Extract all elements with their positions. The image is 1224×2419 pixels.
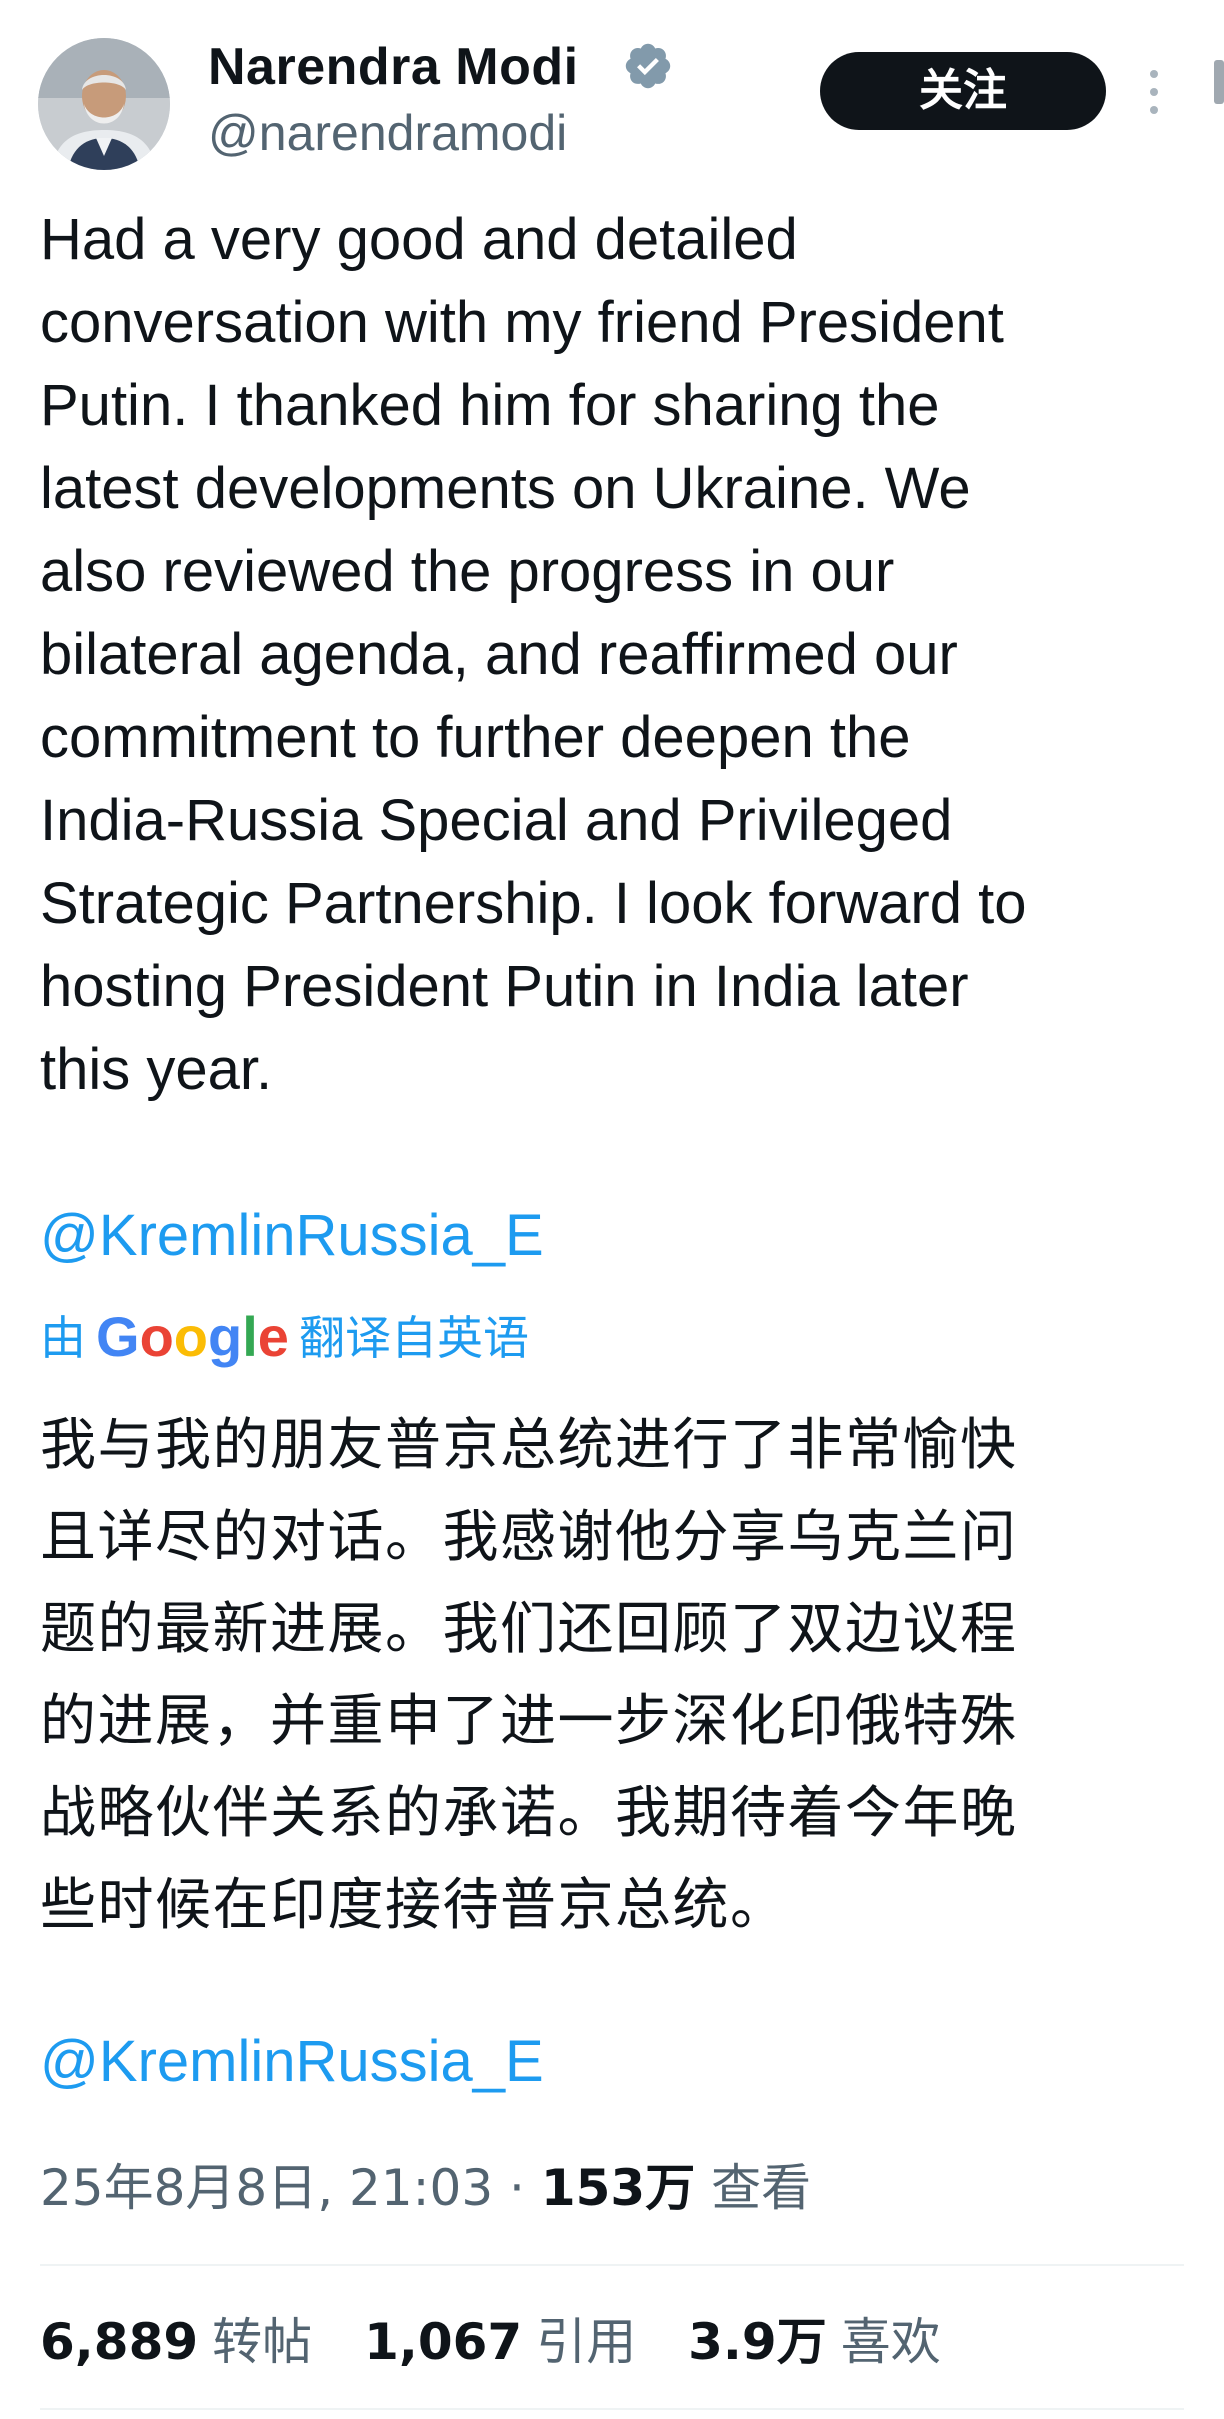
edge-tab	[1214, 60, 1224, 104]
views-count: 153万	[540, 2159, 696, 2217]
follow-button[interactable]: 关注	[820, 52, 1106, 130]
translated-by-link[interactable]: 由 Google 翻译自英语	[40, 1302, 529, 1372]
quotes-stat[interactable]: 1,067 引用	[364, 2313, 636, 2371]
more-dot	[1150, 70, 1158, 78]
reposts-stat[interactable]: 6,889 转帖	[40, 2313, 312, 2371]
google-logo: Google	[96, 1305, 289, 1368]
avatar[interactable]	[38, 38, 170, 170]
divider	[40, 2408, 1184, 2410]
translated-text: 我与我的朋友普京总统进行了非常愉快 且详尽的对话。我感谢他分享乌克兰问 题的最新…	[40, 1413, 1018, 1938]
quotes-count: 1,067	[364, 2313, 523, 2371]
translated-mention-link[interactable]: @KremlinRussia_E	[40, 2022, 544, 2102]
mention-link[interactable]: @KremlinRussia_E	[40, 1196, 544, 1276]
more-dot	[1150, 88, 1158, 96]
likes-count: 3.9万	[688, 2313, 827, 2371]
author-handle[interactable]: @narendramodi	[208, 98, 567, 168]
quotes-label: 引用	[536, 2313, 637, 2371]
timestamp[interactable]: 25年8月8日, 21:03	[40, 2159, 493, 2217]
tweet-text: Had a very good and detailed conversatio…	[40, 207, 1027, 1102]
author-display-name[interactable]: Narendra Modi	[208, 30, 579, 104]
verified-badge-icon	[625, 43, 671, 89]
reposts-label: 转帖	[212, 2313, 313, 2371]
avatar-photo	[38, 38, 170, 170]
translated-by-prefix: 由	[40, 1311, 86, 1365]
more-options-icon[interactable]	[1142, 62, 1166, 122]
likes-stat[interactable]: 3.9万 喜欢	[688, 2313, 941, 2371]
divider	[40, 2264, 1184, 2266]
likes-label: 喜欢	[840, 2313, 941, 2371]
translated-by-suffix: 翻译自英语	[298, 1311, 529, 1365]
tweet-meta: 25年8月8日, 21:03 · 153万 查看	[40, 2152, 811, 2224]
more-dot	[1150, 106, 1158, 114]
meta-separator: ·	[509, 2159, 525, 2217]
reposts-count: 6,889	[40, 2313, 199, 2371]
views-label: 查看	[711, 2159, 812, 2217]
engagement-stats: 6,889 转帖 1,067 引用 3.9万 喜欢	[40, 2306, 977, 2378]
